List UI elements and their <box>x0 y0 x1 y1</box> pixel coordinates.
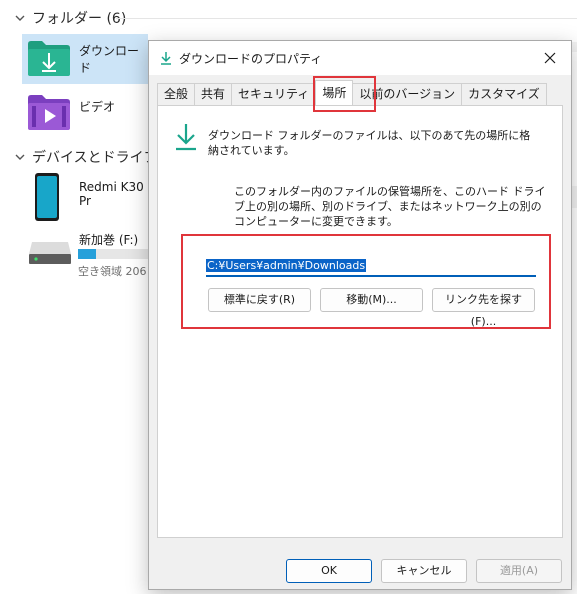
location-highlight-box <box>181 234 551 329</box>
dialog-titlebar[interactable]: ダウンロードのプロパティ <box>149 41 571 75</box>
drive-usage-fill <box>78 249 96 259</box>
location-description: ダウンロード フォルダーのファイルは、以下のあて先の場所に格納されています。 <box>208 129 531 157</box>
phone-icon <box>35 173 59 221</box>
download-icon <box>161 52 171 65</box>
apply-button[interactable]: 適用(A) <box>476 559 562 583</box>
folder-icon <box>28 95 70 130</box>
dialog-title: ダウンロードのプロパティ <box>179 51 323 66</box>
chevron-down-icon <box>15 154 25 160</box>
tab-customize[interactable]: カスタマイズ <box>461 83 547 105</box>
folder-item-videos[interactable]: ビデオ <box>22 90 148 136</box>
group-divider <box>116 18 577 19</box>
cancel-button[interactable]: キャンセル <box>381 559 467 583</box>
folder-icon <box>28 41 70 76</box>
drive-icon <box>29 242 71 264</box>
drive-label-f: 新加巻 (F:) <box>79 233 139 247</box>
close-icon[interactable] <box>541 49 559 67</box>
folder-label-videos: ビデオ <box>79 100 116 114</box>
tab-sharing[interactable]: 共有 <box>194 83 233 105</box>
tab-general[interactable]: 全般 <box>157 83 196 105</box>
device-label-phone: Redmi K30 Pr <box>79 180 144 208</box>
chevron-down-icon <box>15 15 25 21</box>
tab-security[interactable]: セキュリティ <box>231 83 317 105</box>
folder-label-downloads: ダウンロード <box>79 44 140 75</box>
device-item-phone[interactable]: Redmi K30 Pr <box>22 170 148 224</box>
folders-group-header[interactable]: フォルダー (6) <box>14 8 126 28</box>
folders-group-label: フォルダー (6) <box>32 11 127 27</box>
download-icon <box>176 124 196 151</box>
drive-free-space: 空き領域 206 <box>78 265 147 278</box>
tab-highlight-box <box>313 76 376 112</box>
folder-item-downloads[interactable]: ダウンロード <box>22 34 148 84</box>
location-instructions: このフォルダー内のファイルの保管場所を、このハード ドライブ上の別の場所、別のド… <box>234 185 546 228</box>
drive-usage-bar <box>78 249 150 259</box>
ok-button[interactable]: OK <box>286 559 372 583</box>
